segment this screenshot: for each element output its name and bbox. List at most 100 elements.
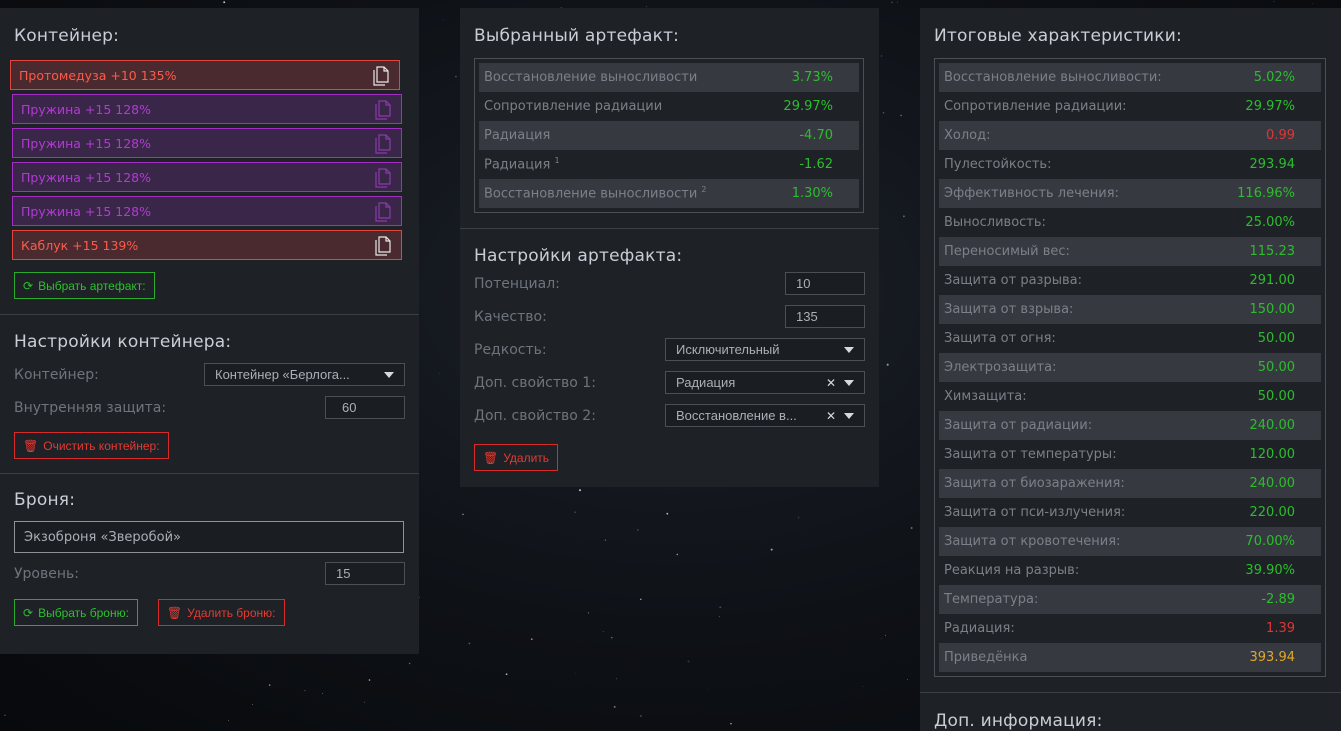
stat-row: Электрозащита: 50.00 [939, 353, 1321, 382]
copy-icon[interactable] [374, 134, 392, 154]
stat-label: Эффективность лечения: [944, 186, 1119, 201]
stat-label: Защита от взрыва: [944, 302, 1074, 317]
container-label: Контейнер: [14, 366, 99, 383]
stat-value: 0.99 [1266, 128, 1295, 143]
copy-icon[interactable] [372, 66, 390, 86]
artifact-slot[interactable]: Пружина +15 128% [12, 94, 402, 124]
rarity-select[interactable]: Исключительный [665, 338, 865, 361]
summary-title: Итоговые характеристики: [934, 26, 1182, 46]
internal-protection-label: Внутренняя защита: [14, 399, 167, 416]
stat-label: Температура: [944, 592, 1039, 607]
stat-label: Холод: [944, 128, 991, 143]
clear-icon[interactable]: ✕ [826, 409, 836, 423]
stat-value: 50.00 [1257, 389, 1295, 404]
artifact-slot[interactable]: Пружина +15 128% [12, 162, 402, 192]
stat-row: Защита от радиации: 240.00 [939, 411, 1321, 440]
select-artifact-button[interactable]: ⟳ Выбрать артефакт: [14, 272, 155, 299]
stat-label: Защита от температуры: [944, 447, 1117, 462]
stat-value: 240.00 [1249, 476, 1296, 491]
stat-label: Защита от огня: [944, 331, 1056, 346]
stat-value: 120.00 [1249, 447, 1296, 462]
stat-value: 393.94 [1249, 650, 1296, 665]
stat-value: 39.90% [1245, 563, 1295, 578]
stat-label: Защита от биозаражения: [944, 476, 1125, 491]
quality-label: Качество: [474, 308, 547, 325]
artifact-panel: Выбранный артефакт: Восстановление вынос… [460, 8, 879, 487]
stat-row: Переносимый вес: 115.23 [939, 237, 1321, 266]
stat-row: Радиация: 1.39 [939, 614, 1321, 643]
artifact-stats-table: Восстановление выносливости 3.73% Сопротив… [474, 58, 864, 213]
internal-protection-input[interactable] [325, 396, 405, 419]
stat-value: 1.30% [791, 186, 833, 201]
copy-icon[interactable] [374, 100, 392, 120]
artifact-slot[interactable]: Протомедуза +10 135% [10, 60, 400, 90]
stat-row: Защита от взрыва: 150.00 [939, 295, 1321, 324]
artifact-slot[interactable]: Каблук +15 139% [12, 230, 402, 260]
quality-input[interactable] [785, 305, 865, 328]
stat-value: 50.00 [1257, 360, 1295, 375]
potential-input[interactable] [785, 272, 865, 295]
artifact-slot[interactable]: Пружина +15 128% [12, 196, 402, 226]
copy-icon[interactable] [374, 168, 392, 188]
chevron-down-icon [844, 379, 854, 386]
artifact-slot[interactable]: Пружина +15 128% [12, 128, 402, 158]
stat-row: Химзащита: 50.00 [939, 382, 1321, 411]
stat-value: 150.00 [1249, 302, 1296, 317]
stat-label: Приведёнка [944, 650, 1028, 665]
stat-label: Защита от радиации: [944, 418, 1093, 433]
stat-row: Реакция на разрыв: 39.90% [939, 556, 1321, 585]
delete-artifact-button[interactable]: 🗑 Удалить [474, 444, 559, 471]
stat-row: Восстановление выносливости 3.73% [479, 63, 859, 92]
stat-label: Защита от пси-излучения: [944, 505, 1126, 520]
armor-title: Броня: [14, 490, 76, 510]
artifact-settings-title: Настройки артефакта: [474, 246, 683, 266]
delete-armor-button[interactable]: 🗑 Удалить броню: [157, 599, 285, 626]
stat-label: Радиация: [944, 621, 1015, 636]
stat-value: 240.00 [1249, 418, 1296, 433]
stat-label: Переносимый вес: [944, 244, 1070, 259]
stat-value: 293.94 [1249, 157, 1296, 172]
stat-label: Восстановление выносливости: [944, 70, 1162, 85]
stat-row: Защита от разрыва: 291.00 [939, 266, 1321, 295]
stat-value: -2.89 [1261, 592, 1295, 607]
stat-label: Защита от кровотечения: [944, 534, 1121, 549]
stat-value: 220.00 [1249, 505, 1296, 520]
stat-value: 115.23 [1249, 244, 1296, 259]
prop2-select[interactable]: Восстановление в... ✕ [665, 404, 865, 427]
stat-label: Выносливость: [944, 215, 1046, 230]
stat-value: 29.97% [783, 99, 833, 114]
copy-icon[interactable] [374, 202, 392, 222]
stat-row: Сопротивление радиации: 29.97% [939, 92, 1321, 121]
clear-icon[interactable]: ✕ [826, 376, 836, 390]
stat-row: Защита от биозаражения: 240.00 [939, 469, 1321, 498]
level-input[interactable] [325, 562, 405, 585]
armor-input[interactable]: Экзоброня «Зверобой» [14, 521, 404, 553]
container-settings-title: Настройки контейнера: [14, 332, 232, 352]
stat-value: 70.00% [1245, 534, 1295, 549]
stat-row: Защита от пси-излучения: 220.00 [939, 498, 1321, 527]
stat-label: Электрозащита: [944, 360, 1057, 375]
extra-info-title: Доп. информация: [934, 711, 1103, 731]
stat-label: Пулестойкость: [944, 157, 1052, 172]
stat-label: Восстановление выносливости 2 [484, 185, 707, 202]
copy-icon[interactable] [374, 236, 392, 256]
container-select[interactable]: Контейнер «Берлога... [204, 363, 405, 386]
stat-value: 29.97% [1245, 99, 1295, 114]
rarity-label: Редкость: [474, 341, 547, 358]
clear-container-button[interactable]: 🗑 Очистить контейнер: [14, 432, 169, 459]
stat-value: 291.00 [1249, 273, 1296, 288]
stat-label: Радиация 1 [484, 156, 560, 173]
stat-row: Приведёнка 393.94 [939, 643, 1321, 672]
potential-label: Потенциал: [474, 275, 560, 292]
stat-value: -1.62 [799, 157, 833, 172]
artifact-list: Протомедуза +10 135% Пружина +15 128% Пруж… [0, 60, 419, 260]
container-title: Контейнер: [14, 26, 120, 46]
stat-value: -4.70 [799, 128, 833, 143]
stat-row: Выносливость: 25.00% [939, 208, 1321, 237]
selected-artifact-title: Выбранный артефакт: [474, 26, 680, 46]
stat-row: Восстановление выносливости: 5.02% [939, 63, 1321, 92]
summary-stats-table: Восстановление выносливости: 5.02% Сопроти… [934, 58, 1326, 677]
select-armor-button[interactable]: ⟳ Выбрать броню: [14, 599, 138, 626]
prop1-select[interactable]: Радиация ✕ [665, 371, 865, 394]
stat-row: Восстановление выносливости 2 1.30% [479, 179, 859, 208]
